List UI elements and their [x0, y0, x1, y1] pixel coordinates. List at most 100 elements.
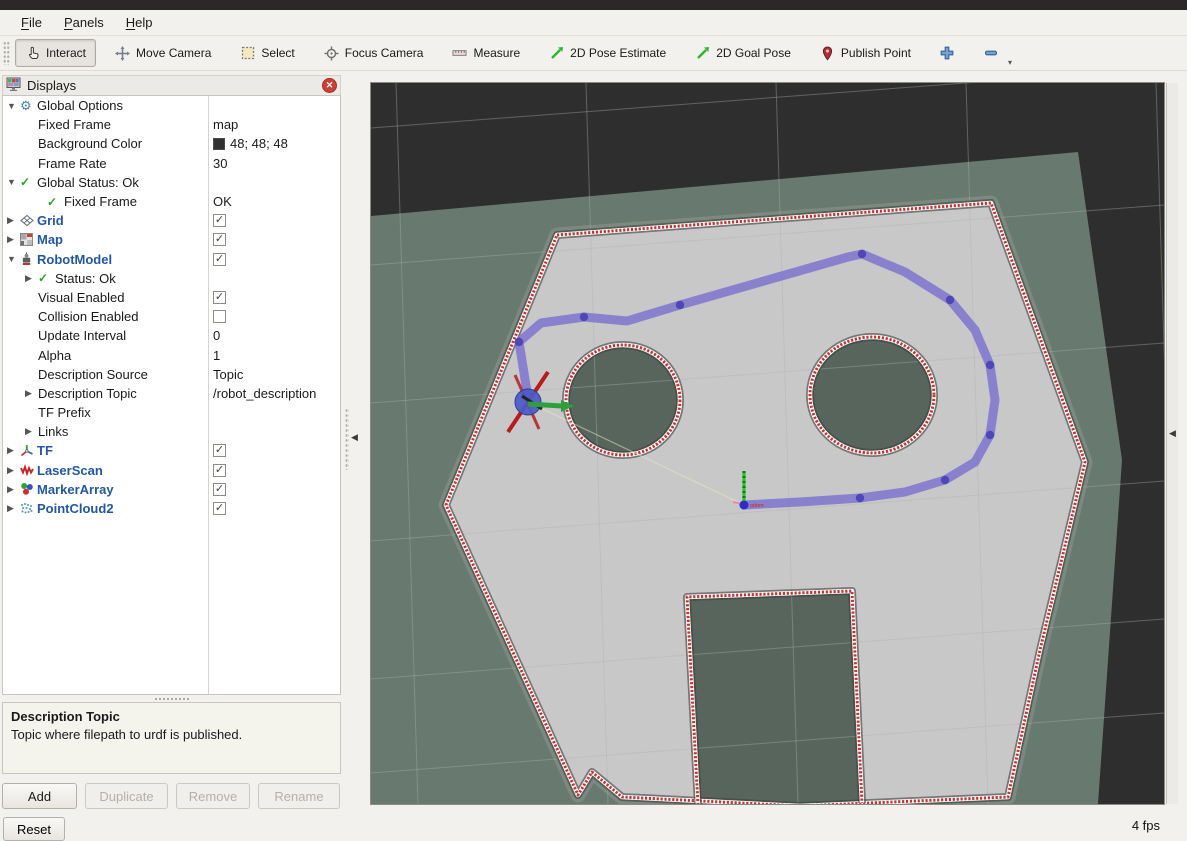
tree-row-background-color[interactable]: Background Color48; 48; 48	[3, 134, 340, 153]
tree-row-links[interactable]: ▶Links	[3, 422, 340, 441]
tree-row-collision-enabled[interactable]: Collision Enabled	[3, 307, 340, 326]
tree-row-global-options[interactable]: ▼⚙Global Options	[3, 96, 340, 115]
tree-row-tf-prefix[interactable]: TF Prefix	[3, 403, 340, 422]
tool-remove-tool[interactable]: ▾	[974, 39, 1009, 67]
tool-measure[interactable]: Measure	[442, 39, 530, 67]
expander-icon[interactable]: ▶	[7, 503, 20, 514]
checkbox[interactable]: ✓	[213, 233, 226, 246]
checkbox[interactable]: ✓	[213, 502, 226, 515]
panel-splitter-handle[interactable]	[154, 695, 190, 702]
property-value[interactable]: ✓	[213, 253, 226, 266]
property-value[interactable]: 48; 48; 48	[213, 136, 288, 151]
tree-row-frame-rate[interactable]: Frame Rate30	[3, 154, 340, 173]
tree-row-label: Alpha	[38, 348, 71, 363]
tree-row-alpha[interactable]: Alpha 1	[3, 345, 340, 364]
tool-label: Move Camera	[136, 46, 211, 60]
tool-add-tool[interactable]	[930, 39, 965, 67]
tree-row-fixed-frame[interactable]: ✓Fixed FrameOK	[3, 192, 340, 211]
help-title: Description Topic	[11, 708, 332, 726]
expander-icon[interactable]: ▶	[25, 426, 38, 437]
property-value[interactable]: OK	[213, 194, 232, 209]
property-value[interactable]: 1	[213, 348, 220, 363]
property-value[interactable]: 30	[213, 156, 227, 171]
close-icon[interactable]: ✕	[322, 78, 337, 93]
checkbox[interactable]: ✓	[213, 253, 226, 266]
3d-viewport[interactable]: odom	[370, 82, 1165, 805]
tool-focus-camera[interactable]: Focus Camera	[314, 39, 434, 67]
tree-row-description-topic[interactable]: ▶Description Topic/robot_description	[3, 384, 340, 403]
tool-2d-goal-pose[interactable]: 2D Goal Pose	[685, 39, 801, 67]
property-value[interactable]: ✓	[213, 291, 226, 304]
displays-panel-header[interactable]: Displays ✕	[2, 75, 341, 95]
tree-row-map[interactable]: ▶ Map ✓	[3, 230, 340, 249]
checkbox[interactable]: ✓	[213, 464, 226, 477]
tool-select[interactable]: Select	[230, 39, 304, 67]
property-value[interactable]: /robot_description	[213, 386, 316, 401]
check-icon: ✓	[47, 196, 64, 208]
property-value[interactable]: ✓	[213, 464, 226, 477]
checkbox[interactable]: ✓	[213, 291, 226, 304]
property-value[interactable]: Topic	[213, 367, 243, 382]
rename-button: Rename	[258, 783, 340, 809]
tree-row-laserscan[interactable]: ▶LaserScan✓	[3, 461, 340, 480]
tree-row-robotmodel[interactable]: ▼RobotModel✓	[3, 250, 340, 269]
menu-panels[interactable]: Panels	[53, 12, 115, 33]
expander-icon[interactable]: ▶	[7, 465, 20, 476]
tree-row-label: Update Interval	[38, 328, 126, 343]
expander-icon[interactable]: ▼	[7, 254, 20, 264]
expander-icon[interactable]: ▶	[7, 484, 20, 495]
property-value[interactable]: ✓	[213, 502, 226, 515]
goal-arrow-icon	[695, 46, 710, 61]
collapse-left-panel-icon[interactable]: ◀	[351, 432, 358, 443]
tree-row-global-status-ok[interactable]: ▼✓Global Status: Ok	[3, 173, 340, 192]
expander-icon[interactable]: ▶	[7, 445, 20, 456]
menu-file[interactable]: File	[10, 12, 53, 33]
tree-row-description-source[interactable]: Description SourceTopic	[3, 365, 340, 384]
tool-move-camera[interactable]: Move Camera	[105, 39, 221, 67]
tool-label: Interact	[46, 46, 86, 60]
tree-row-label: Map	[37, 232, 63, 247]
tool-2d-pose-estimate[interactable]: 2D Pose Estimate	[539, 39, 676, 67]
property-value[interactable]: ✓	[213, 483, 226, 496]
tree-row-fixed-frame[interactable]: Fixed Framemap	[3, 115, 340, 134]
expander-icon[interactable]: ▶	[7, 234, 20, 245]
collapse-right-panel-icon[interactable]: ◀	[1169, 428, 1176, 439]
menu-help[interactable]: Help	[115, 12, 164, 33]
dropdown-caret-icon[interactable]: ▾	[1008, 58, 1012, 67]
reset-button[interactable]: Reset	[3, 817, 65, 841]
tree-row-tf[interactable]: ▶TF✓	[3, 441, 340, 460]
checkbox[interactable]: ✓	[213, 214, 226, 227]
property-value[interactable]: ✓	[213, 233, 226, 246]
property-value[interactable]: map	[213, 117, 238, 132]
expander-icon[interactable]: ▶	[7, 215, 20, 226]
tree-row-label: TF Prefix	[38, 405, 91, 420]
checkbox[interactable]: ✓	[213, 483, 226, 496]
tree-row-visual-enabled[interactable]: Visual Enabled✓	[3, 288, 340, 307]
expander-icon[interactable]: ▶	[25, 388, 38, 399]
tree-row-update-interval[interactable]: Update Interval 0	[3, 326, 340, 345]
property-value[interactable]: ✓	[213, 214, 226, 227]
checkbox[interactable]	[213, 310, 226, 323]
tree-row-status-ok[interactable]: ▶✓Status: Ok	[3, 269, 340, 288]
expander-icon[interactable]: ▼	[7, 101, 20, 111]
ruler-icon	[452, 46, 467, 61]
tree-row-markerarray[interactable]: ▶MarkerArray✓	[3, 480, 340, 499]
checkbox[interactable]: ✓	[213, 444, 226, 457]
color-swatch[interactable]	[213, 138, 225, 150]
expander-icon[interactable]: ▼	[7, 177, 20, 187]
tool-publish-point[interactable]: Publish Point	[810, 39, 921, 67]
tree-row-grid[interactable]: ▶Grid✓	[3, 211, 340, 230]
tree-row-pointcloud2[interactable]: ▶PointCloud2✓	[3, 499, 340, 518]
displays-buttons-row: AddDuplicateRemoveRename	[2, 783, 341, 809]
add-button[interactable]: Add	[2, 783, 77, 809]
path-node	[986, 361, 994, 369]
property-value[interactable]	[213, 310, 226, 323]
tool-interact[interactable]: Interact	[15, 39, 96, 67]
expander-icon[interactable]: ▶	[25, 273, 38, 284]
dock-splitter-dots	[345, 408, 349, 470]
robot-icon	[20, 252, 37, 266]
property-value[interactable]: ✓	[213, 444, 226, 457]
toolbar-drag-handle[interactable]	[3, 41, 10, 65]
tool-label: Select	[261, 46, 294, 60]
property-value[interactable]: 0	[213, 328, 220, 343]
